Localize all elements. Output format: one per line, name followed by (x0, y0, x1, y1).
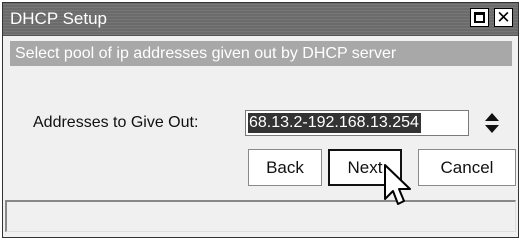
dhcp-setup-window: DHCP Setup ✕ Select pool of ip addresses… (2, 2, 519, 238)
up-down-arrows-icon[interactable] (484, 111, 500, 135)
addresses-input[interactable]: 68.13.2-192.168.13.254 (245, 110, 469, 136)
cancel-button[interactable]: Cancel (418, 149, 516, 186)
status-bar (5, 200, 516, 232)
maximize-icon (474, 12, 485, 23)
title-bar[interactable]: DHCP Setup ✕ (3, 3, 518, 36)
close-button[interactable]: ✕ (494, 8, 513, 27)
close-icon: ✕ (496, 8, 511, 27)
back-button[interactable]: Back (248, 149, 322, 186)
spin-down-arrow[interactable] (485, 125, 499, 133)
addresses-label: Addresses to Give Out: (33, 114, 199, 131)
window-title: DHCP Setup (10, 9, 108, 28)
addresses-input-value: 68.13.2-192.168.13.254 (248, 113, 421, 133)
wizard-instruction: Select pool of ip addresses given out by… (10, 41, 512, 66)
spin-up-arrow[interactable] (485, 113, 499, 121)
mouse-pointer-icon (384, 164, 411, 205)
maximize-button[interactable] (470, 8, 489, 27)
